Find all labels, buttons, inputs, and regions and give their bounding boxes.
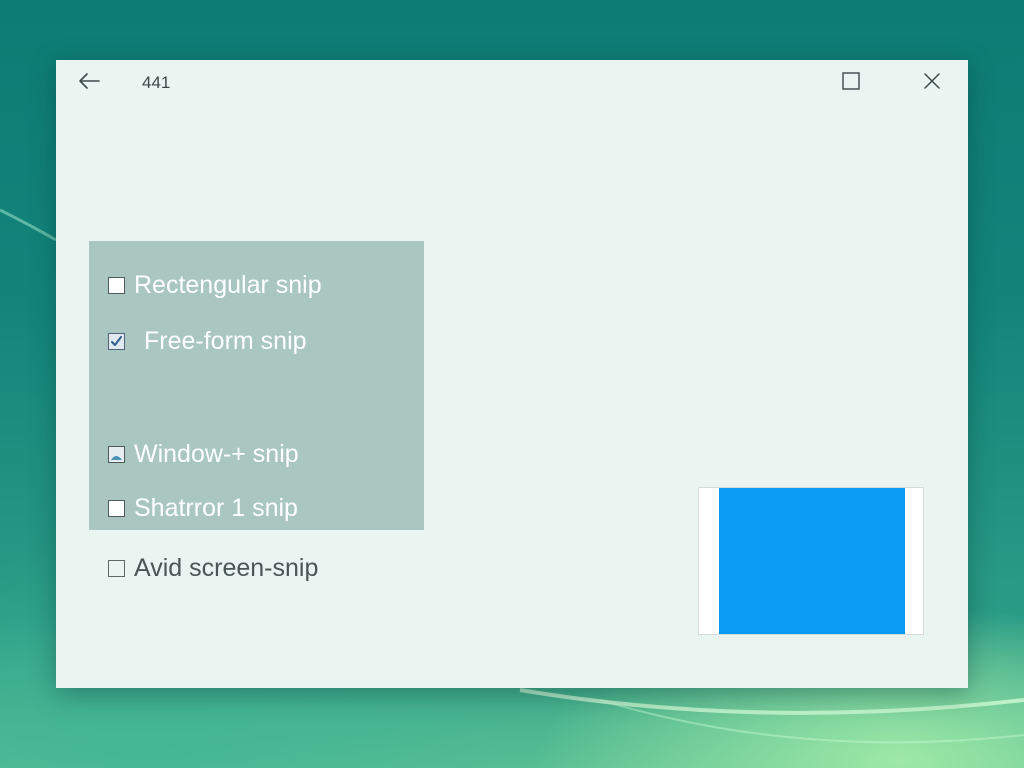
preview-selection-area xyxy=(719,488,905,634)
option-label: Window-+ snip xyxy=(134,440,299,468)
checkbox-unchecked[interactable] xyxy=(108,560,125,577)
checkbox-unchecked[interactable] xyxy=(108,500,125,517)
option-rectangular-snip[interactable]: Rectengular snip xyxy=(108,271,322,300)
option-label: Avid screen-snip xyxy=(134,554,319,582)
option-label: Free-form snip xyxy=(144,327,307,355)
close-button[interactable] xyxy=(917,70,947,96)
arrow-left-icon xyxy=(77,72,101,95)
option-shatrror-snip[interactable]: Shatrror 1 snip xyxy=(108,494,298,523)
partial-fill-icon xyxy=(111,456,122,460)
option-label: Shatrror 1 snip xyxy=(134,494,298,522)
window-title: 441 xyxy=(142,73,171,92)
maximize-button[interactable] xyxy=(836,70,866,96)
checkbox-checked[interactable] xyxy=(108,333,125,350)
back-button[interactable] xyxy=(74,70,104,96)
snip-window: 441 Rectengular snip Free-form snip Wind… xyxy=(56,60,968,688)
close-icon xyxy=(923,72,941,95)
option-free-form-snip[interactable]: Free-form snip xyxy=(108,327,307,356)
checkbox-partial[interactable] xyxy=(108,446,125,463)
checkbox-unchecked[interactable] xyxy=(108,277,125,294)
option-label: Rectengular snip xyxy=(134,271,322,299)
checkmark-icon xyxy=(111,336,122,346)
maximize-icon xyxy=(842,71,860,95)
option-window-snip[interactable]: Window-+ snip xyxy=(108,440,299,469)
option-avid-screen-snip[interactable]: Avid screen-snip xyxy=(108,554,318,583)
snip-preview xyxy=(698,487,924,635)
title-bar: 441 xyxy=(56,60,968,106)
